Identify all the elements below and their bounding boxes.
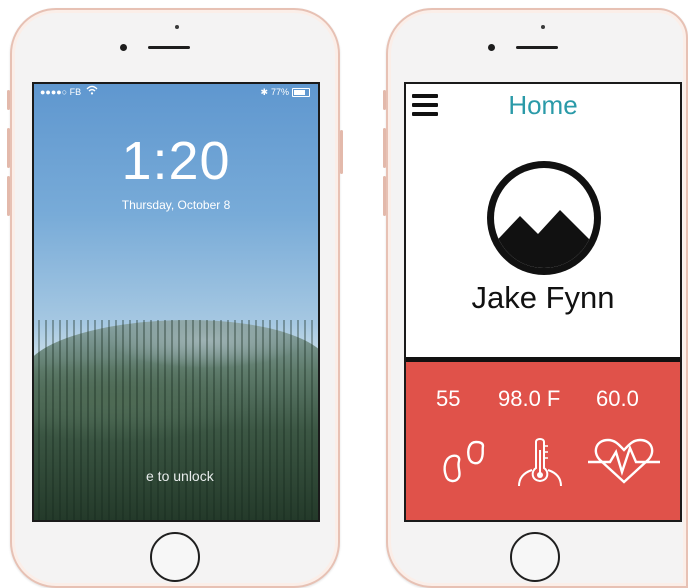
bluetooth-icon: ✱: [260, 87, 268, 97]
volume-down-button: [7, 176, 10, 216]
footprints-icon[interactable]: [440, 436, 494, 486]
phone-left: ●●●●○ FB ✱ 77% 1:20 Thursday, October 8 …: [7, 8, 343, 588]
volume-down-button: [383, 176, 386, 216]
phone-right: Home Jake Fynn 55 98.0 F 60.0: [383, 8, 688, 588]
battery-percent: 77%: [270, 87, 289, 97]
home-button[interactable]: [150, 532, 200, 582]
home-button[interactable]: [510, 532, 560, 582]
user-name: Jake Fynn: [471, 280, 615, 315]
lock-clock: 1:20: [121, 131, 231, 191]
heart-rate-value: 60.0: [596, 386, 639, 411]
temperature-value: 98.0 F: [498, 386, 561, 411]
front-sensor: [488, 44, 495, 51]
carrier-signal: ●●●●○ FB: [40, 87, 82, 97]
heart-rate-icon[interactable]: [586, 436, 662, 486]
battery-icon: [292, 87, 310, 97]
power-button: [340, 130, 343, 174]
app-screen: Home Jake Fynn 55 98.0 F 60.0: [404, 82, 682, 522]
steps-value: 55: [436, 386, 461, 411]
earpiece-speaker: [148, 46, 190, 49]
mute-switch: [7, 90, 10, 110]
slide-to-unlock[interactable]: e to unlock: [146, 468, 214, 484]
earpiece-speaker: [516, 46, 558, 49]
front-camera: [175, 25, 179, 29]
volume-up-button: [383, 128, 386, 168]
front-sensor: [120, 44, 127, 51]
wifi-icon: [86, 84, 98, 100]
status-bar: ●●●●○ FB ✱ 77%: [34, 84, 318, 100]
wallpaper-forest: [34, 320, 318, 520]
lock-screen: ●●●●○ FB ✱ 77% 1:20 Thursday, October 8 …: [32, 82, 320, 522]
page-title: Home: [508, 90, 578, 120]
thermometer-icon[interactable]: [516, 436, 564, 488]
mountain-logo-icon: [487, 161, 601, 275]
lock-date: Thursday, October 8: [121, 198, 231, 212]
vitals-panel: 55 98.0 F 60.0: [406, 362, 680, 520]
volume-up-button: [7, 128, 10, 168]
mute-switch: [383, 90, 386, 110]
front-camera: [541, 25, 545, 29]
